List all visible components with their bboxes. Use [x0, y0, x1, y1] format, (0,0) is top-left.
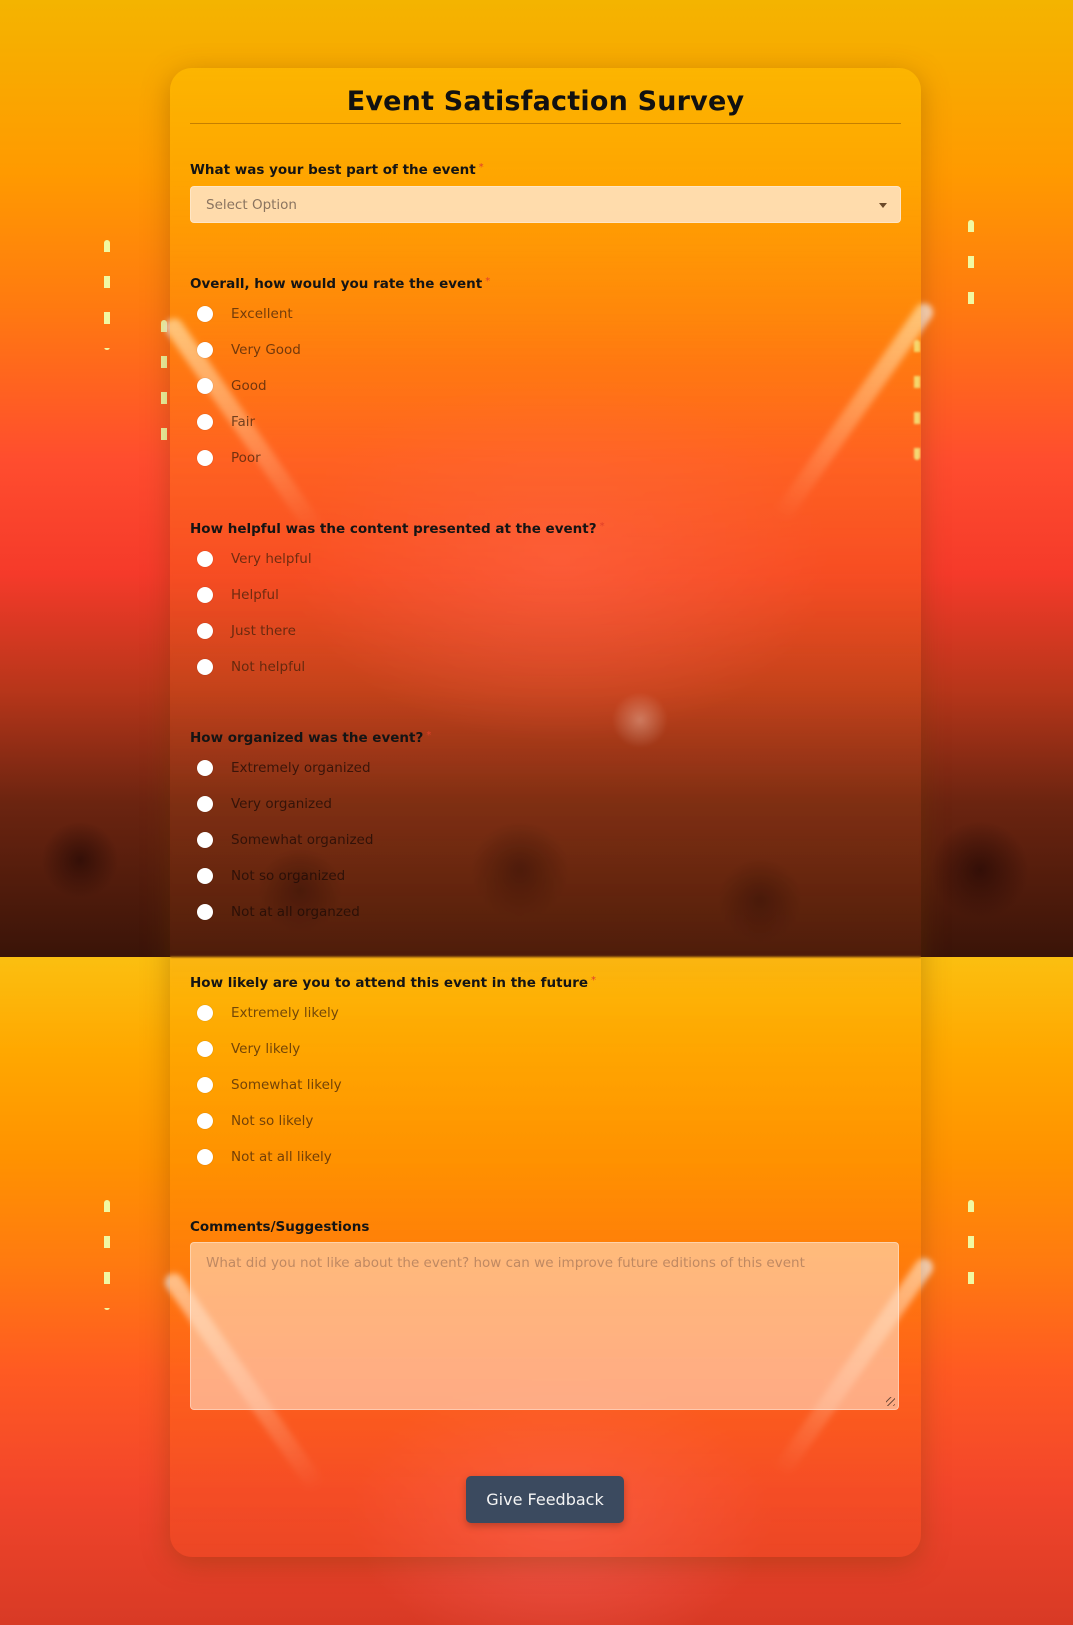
- select-value: Select Option: [206, 197, 297, 213]
- radio-button[interactable]: [197, 587, 213, 603]
- radio-button[interactable]: [197, 1041, 213, 1057]
- radio-button[interactable]: [197, 551, 213, 567]
- radio-label: Good: [231, 378, 267, 394]
- title-divider: [190, 123, 901, 124]
- radio-button[interactable]: [197, 904, 213, 920]
- question-text: Comments/Suggestions: [190, 1219, 370, 1235]
- radio-option-extremely-organized[interactable]: Extremely organized: [197, 758, 371, 778]
- radio-label: Very Good: [231, 342, 301, 358]
- radio-option-just-there[interactable]: Just there: [197, 621, 296, 641]
- radio-option-helpful[interactable]: Helpful: [197, 585, 279, 605]
- radio-button[interactable]: [197, 760, 213, 776]
- required-marker: *: [426, 730, 432, 741]
- radio-label: Not helpful: [231, 659, 306, 675]
- radio-button[interactable]: [197, 868, 213, 884]
- question-content-helpful-label: How helpful was the content presented at…: [190, 521, 605, 537]
- radio-button[interactable]: [197, 342, 213, 358]
- radio-option-very-good[interactable]: Very Good: [197, 340, 301, 360]
- radio-button[interactable]: [197, 623, 213, 639]
- radio-option-somewhat-likely[interactable]: Somewhat likely: [197, 1075, 342, 1095]
- required-marker: *: [485, 276, 491, 287]
- background-light-strip: [161, 320, 167, 460]
- radio-option-not-helpful[interactable]: Not helpful: [197, 657, 305, 677]
- radio-button[interactable]: [197, 306, 213, 322]
- radio-label: Very helpful: [231, 551, 312, 567]
- radio-option-not-so-likely[interactable]: Not so likely: [197, 1111, 313, 1131]
- question-attend-future-label: How likely are you to attend this event …: [190, 975, 596, 991]
- radio-option-excellent[interactable]: Excellent: [197, 304, 293, 324]
- radio-label: Extremely likely: [231, 1005, 339, 1021]
- radio-label: Extremely organized: [231, 760, 371, 776]
- radio-button[interactable]: [197, 1149, 213, 1165]
- resize-handle-icon[interactable]: [886, 1397, 895, 1406]
- background-light-strip: [968, 220, 974, 320]
- radio-button[interactable]: [197, 1077, 213, 1093]
- radio-label: Just there: [231, 623, 296, 639]
- radio-label: Excellent: [231, 306, 293, 322]
- radio-option-not-at-all-likely[interactable]: Not at all likely: [197, 1147, 332, 1167]
- question-text: How organized was the event?: [190, 730, 424, 746]
- required-marker: *: [478, 162, 484, 173]
- radio-option-extremely-likely[interactable]: Extremely likely: [197, 1003, 339, 1023]
- radio-option-very-helpful[interactable]: Very helpful: [197, 549, 312, 569]
- radio-option-somewhat-organized[interactable]: Somewhat organized: [197, 830, 373, 850]
- radio-label: Very organized: [231, 796, 333, 812]
- radio-label: Helpful: [231, 587, 279, 603]
- radio-option-very-likely[interactable]: Very likely: [197, 1039, 300, 1059]
- survey-form-card: Event Satisfaction Survey What was your …: [170, 68, 921, 1557]
- radio-label: Not at all organzed: [231, 904, 360, 920]
- required-marker: *: [599, 521, 605, 532]
- radio-option-fair[interactable]: Fair: [197, 412, 255, 432]
- question-text: How likely are you to attend this event …: [190, 975, 589, 991]
- radio-label: Very likely: [231, 1041, 301, 1057]
- required-marker: *: [591, 975, 597, 986]
- question-text: How helpful was the content presented at…: [190, 521, 597, 537]
- radio-label: Fair: [231, 414, 256, 430]
- radio-label: Not so organized: [231, 868, 346, 884]
- radio-button[interactable]: [197, 659, 213, 675]
- radio-button[interactable]: [197, 1113, 213, 1129]
- comments-label: Comments/Suggestions: [190, 1219, 369, 1235]
- radio-option-good[interactable]: Good: [197, 376, 267, 396]
- radio-option-not-so-organized[interactable]: Not so organized: [197, 866, 345, 886]
- radio-label: Not at all likely: [231, 1149, 332, 1165]
- question-text: What was your best part of the event: [190, 162, 476, 178]
- radio-button[interactable]: [197, 378, 213, 394]
- comments-placeholder: What did you not like about the event? h…: [206, 1255, 805, 1271]
- background-light-strip: [968, 1200, 974, 1300]
- give-feedback-button[interactable]: Give Feedback: [466, 1476, 624, 1523]
- best-part-select[interactable]: Select Option: [190, 186, 901, 223]
- radio-button[interactable]: [197, 1005, 213, 1021]
- radio-option-not-at-all-organized[interactable]: Not at all organzed: [197, 902, 360, 922]
- radio-button[interactable]: [197, 796, 213, 812]
- caret-down-icon: [879, 203, 887, 208]
- radio-button[interactable]: [197, 450, 213, 466]
- question-text: Overall, how would you rate the event: [190, 276, 483, 292]
- radio-button[interactable]: [197, 414, 213, 430]
- question-organized-label: How organized was the event? *: [190, 730, 431, 746]
- background-light-strip: [104, 240, 110, 350]
- radio-option-poor[interactable]: Poor: [197, 448, 261, 468]
- radio-label: Somewhat organized: [231, 832, 374, 848]
- radio-label: Somewhat likely: [231, 1077, 342, 1093]
- comments-textarea[interactable]: What did you not like about the event? h…: [190, 1242, 899, 1410]
- background-light-strip: [104, 1200, 110, 1310]
- radio-label: Poor: [231, 450, 261, 466]
- radio-label: Not so likely: [231, 1113, 314, 1129]
- question-best-part-label: What was your best part of the event *: [190, 162, 484, 178]
- radio-option-very-organized[interactable]: Very organized: [197, 794, 332, 814]
- form-title: Event Satisfaction Survey: [346, 86, 745, 117]
- radio-button[interactable]: [197, 832, 213, 848]
- question-overall-rating-label: Overall, how would you rate the event *: [190, 276, 490, 292]
